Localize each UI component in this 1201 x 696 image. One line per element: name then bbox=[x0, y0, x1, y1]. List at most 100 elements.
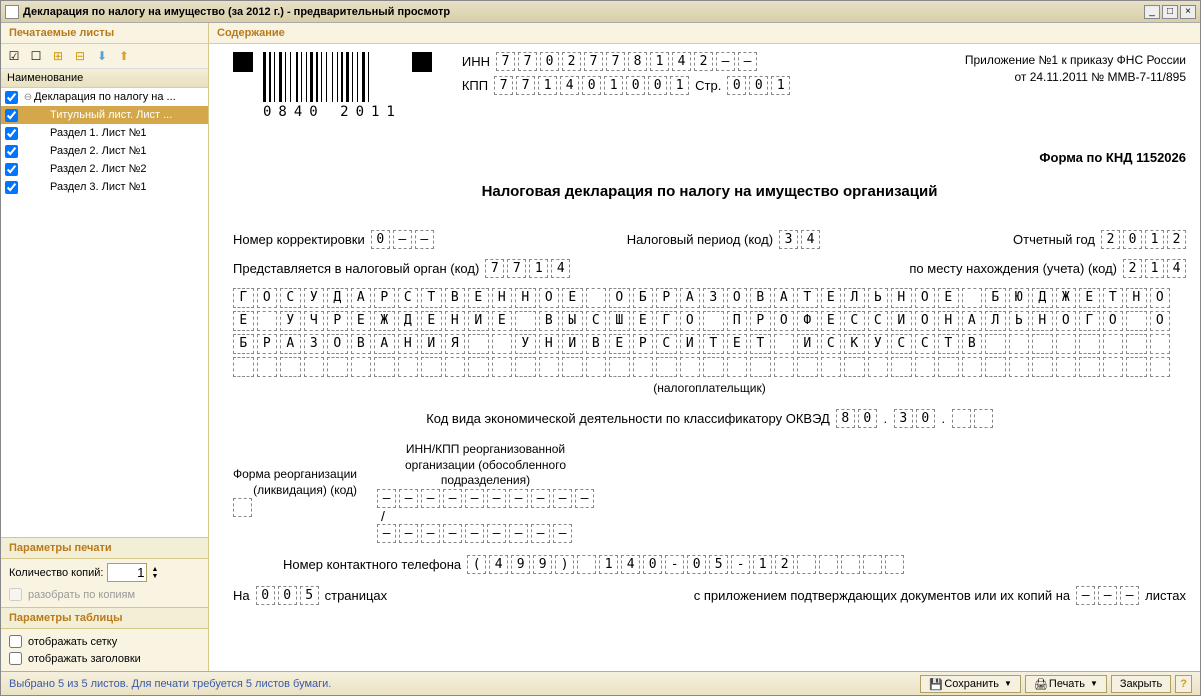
uncheck-icon[interactable]: ☐ bbox=[27, 47, 45, 65]
save-button[interactable]: 💾Сохранить▼ bbox=[920, 675, 1021, 693]
reorg-inn-label3: подразделения) bbox=[377, 473, 594, 489]
close-button[interactable]: × bbox=[1180, 5, 1196, 19]
close-window-button[interactable]: Закрыть bbox=[1111, 675, 1171, 693]
cell: Н bbox=[1126, 288, 1147, 308]
tree-row[interactable]: ⊖Декларация по налогу на ... bbox=[1, 88, 208, 106]
cell: 0 bbox=[626, 76, 645, 95]
cell: 1 bbox=[1145, 259, 1164, 278]
tree-checkbox[interactable] bbox=[5, 109, 18, 122]
collapse-all-icon[interactable]: ⊟ bbox=[71, 47, 89, 65]
cell bbox=[327, 357, 348, 377]
cell: 1 bbox=[529, 259, 548, 278]
cell bbox=[1150, 357, 1171, 377]
spin-down-icon[interactable]: ▼ bbox=[151, 573, 158, 580]
cell bbox=[797, 555, 816, 574]
cell: – bbox=[1120, 586, 1139, 605]
table-params-header: Параметры таблицы bbox=[1, 607, 208, 629]
sheet-tree[interactable]: ⊖Декларация по налогу на ...Титульный ли… bbox=[1, 88, 208, 537]
cell: Ч bbox=[304, 311, 325, 331]
cell: Д bbox=[327, 288, 348, 308]
copies-label: Количество копий: bbox=[9, 567, 103, 579]
cell: С bbox=[868, 311, 889, 331]
tree-row[interactable]: Раздел 1. Лист №1 bbox=[1, 124, 208, 142]
cell: 3 bbox=[779, 230, 798, 249]
cell: 2 bbox=[1167, 230, 1186, 249]
copies-input[interactable] bbox=[107, 563, 147, 582]
cell: А bbox=[680, 288, 701, 308]
cell: Н bbox=[445, 311, 466, 331]
maximize-button[interactable]: □ bbox=[1162, 5, 1178, 19]
help-button[interactable]: ? bbox=[1175, 675, 1192, 693]
cell: Т bbox=[703, 334, 724, 354]
cell: В bbox=[445, 288, 466, 308]
cell: П bbox=[727, 311, 748, 331]
cell bbox=[351, 357, 372, 377]
cell: Ь bbox=[1009, 311, 1030, 331]
spin-up-icon[interactable]: ▲ bbox=[151, 566, 158, 573]
collapse-icon[interactable]: ⊖ bbox=[22, 92, 34, 103]
sidebar-header: Печатаемые листы bbox=[1, 23, 209, 43]
tree-checkbox[interactable] bbox=[5, 91, 18, 104]
cell: 2 bbox=[1101, 230, 1120, 249]
show-headers-checkbox[interactable] bbox=[9, 652, 22, 665]
knd-code: Форма по КНД 1152026 bbox=[233, 150, 1186, 165]
cell bbox=[421, 357, 442, 377]
cell: 1 bbox=[1145, 230, 1164, 249]
cell: К bbox=[844, 334, 865, 354]
cell bbox=[868, 357, 889, 377]
tree-row[interactable]: Раздел 2. Лист №2 bbox=[1, 160, 208, 178]
cell: 7 bbox=[516, 76, 535, 95]
cell: – bbox=[465, 489, 484, 508]
cell: Ф bbox=[797, 311, 818, 331]
cell bbox=[539, 357, 560, 377]
tree-label: Раздел 2. Лист №2 bbox=[50, 163, 147, 175]
show-grid-checkbox[interactable] bbox=[9, 635, 22, 648]
cell: 0 bbox=[256, 586, 275, 605]
cell: Л bbox=[844, 288, 865, 308]
arrow-up-icon[interactable]: ⬆ bbox=[115, 47, 133, 65]
cell: С bbox=[398, 288, 419, 308]
arrow-down-icon[interactable]: ⬇ bbox=[93, 47, 111, 65]
tree-checkbox[interactable] bbox=[5, 163, 18, 176]
print-button[interactable]: 🖨Печать▼ bbox=[1025, 675, 1107, 693]
cell: Р bbox=[633, 334, 654, 354]
tree-row[interactable]: Титульный лист. Лист ... bbox=[1, 106, 208, 124]
cell: – bbox=[1098, 586, 1117, 605]
cell: Н bbox=[938, 311, 959, 331]
expand-all-icon[interactable]: ⊞ bbox=[49, 47, 67, 65]
tree-checkbox[interactable] bbox=[5, 145, 18, 158]
cell bbox=[586, 357, 607, 377]
cell: 7 bbox=[494, 76, 513, 95]
organ-label: Представляется в налоговый орган (код) bbox=[233, 261, 479, 276]
cell bbox=[915, 357, 936, 377]
cell bbox=[797, 357, 818, 377]
tree-row[interactable]: Раздел 3. Лист №1 bbox=[1, 178, 208, 196]
cell bbox=[304, 357, 325, 377]
check-icon[interactable]: ☑ bbox=[5, 47, 23, 65]
cell: 1 bbox=[670, 76, 689, 95]
marker-square bbox=[233, 52, 253, 72]
cell: Р bbox=[374, 288, 395, 308]
page-cells: 001 bbox=[727, 76, 790, 95]
tree-checkbox[interactable] bbox=[5, 181, 18, 194]
cell: Г bbox=[233, 288, 254, 308]
save-icon: 💾 bbox=[929, 678, 941, 690]
cell bbox=[586, 288, 607, 308]
cell bbox=[680, 357, 701, 377]
tree-checkbox[interactable] bbox=[5, 127, 18, 140]
cell bbox=[774, 334, 795, 354]
cell: Е bbox=[633, 311, 654, 331]
cell: С bbox=[821, 334, 842, 354]
tree-row[interactable]: Раздел 2. Лист №1 bbox=[1, 142, 208, 160]
cell: – bbox=[575, 489, 594, 508]
cell bbox=[257, 311, 278, 331]
cell: Б bbox=[233, 334, 254, 354]
content-header: Содержание bbox=[209, 23, 293, 43]
minimize-button[interactable]: _ bbox=[1144, 5, 1160, 19]
cell bbox=[468, 357, 489, 377]
kpp-cells: 771401001 bbox=[494, 76, 689, 95]
cell: – bbox=[553, 489, 572, 508]
cell: – bbox=[377, 524, 396, 543]
cell: Т bbox=[750, 334, 771, 354]
cell bbox=[1032, 357, 1053, 377]
